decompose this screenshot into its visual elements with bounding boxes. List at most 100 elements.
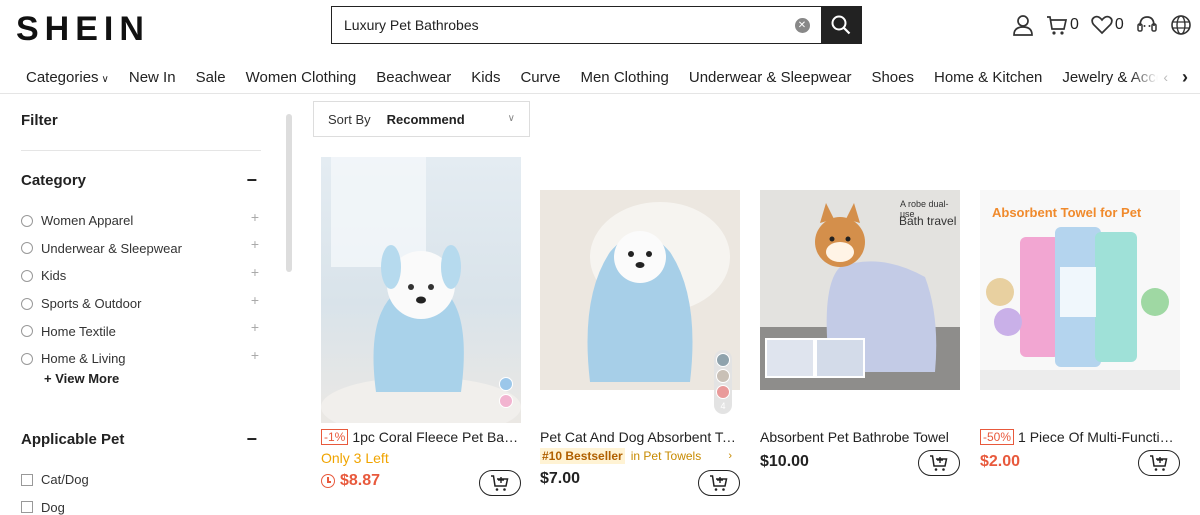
product-card[interactable]: 4 Pet Cat And Dog Absorbent Towel Bathro… [540,157,740,496]
category-section-header[interactable]: Category − [21,170,261,191]
product-image[interactable]: Absorbent Towel for Pet [980,157,1180,423]
product-title[interactable]: Absorbent Pet Bathrobe Towel [760,429,960,445]
nav-men-clothing[interactable]: Men Clothing [580,69,668,86]
nav-divider [0,93,1200,94]
support-icon [1137,16,1157,32]
product-image[interactable]: 4 [540,157,740,423]
radio-button[interactable] [21,269,33,282]
search-input[interactable] [332,7,783,43]
pet-item[interactable]: Dog [21,494,89,515]
expand-icon[interactable]: + [251,236,259,252]
collapse-icon[interactable]: − [246,170,257,191]
wishlist-button[interactable]: 0 [1091,15,1124,35]
cart-button[interactable]: 0 [1046,14,1079,36]
radio-button[interactable] [21,352,33,365]
search-button[interactable] [821,7,861,43]
color-swatch[interactable] [716,353,730,367]
radio-button[interactable] [21,297,33,310]
nav-underwear-sleepwear[interactable]: Underwear & Sleepwear [689,69,852,86]
color-swatch[interactable] [716,385,730,399]
color-swatch[interactable] [499,394,513,408]
radio-button[interactable] [21,242,33,255]
search-bar[interactable]: ✕ [331,6,862,44]
nav-home-kitchen[interactable]: Home & Kitchen [934,69,1042,86]
sort-dropdown[interactable]: Sort By Recommend ∨ [313,101,530,137]
add-to-cart-button[interactable] [698,470,740,496]
cart-icon [1047,16,1068,35]
clear-icon: ✕ [794,17,810,33]
nav-curve[interactable]: Curve [520,69,560,86]
category-item[interactable]: Kids + [21,262,261,290]
expand-icon[interactable]: + [251,292,259,308]
chevron-right-icon: › [728,450,732,462]
clear-search-button[interactable]: ✕ [783,7,821,43]
support-button[interactable] [1136,14,1158,36]
product-title[interactable]: -1%1pc Coral Fleece Pet Bathrobe [321,429,521,445]
clock-icon [321,474,335,488]
view-more-button[interactable]: + View More [44,371,119,386]
nav-sale[interactable]: Sale [196,69,226,86]
product-card[interactable]: -1%1pc Coral Fleece Pet Bathrobe Only 3 … [321,157,521,496]
nav-kids[interactable]: Kids [471,69,500,86]
category-item[interactable]: Home Textile + [21,317,261,345]
more-swatches-count[interactable]: 4 [720,401,725,411]
expand-icon[interactable]: + [251,347,259,363]
nav-categories[interactable]: Categories ∨ [26,69,109,86]
pet-item[interactable]: Cat/Dog [21,466,89,494]
category-item[interactable]: Women Apparel + [21,207,261,235]
nav-prev-icon[interactable]: ‹ [1163,69,1168,85]
product-image[interactable] [321,157,521,423]
nav-new-in[interactable]: New In [129,69,176,86]
checkbox[interactable] [21,501,33,514]
nav-women-clothing[interactable]: Women Clothing [246,69,357,86]
color-swatch[interactable] [716,369,730,383]
account-button[interactable] [1012,14,1034,36]
add-to-cart-button[interactable] [918,450,960,476]
applicable-pet-title: Applicable Pet [21,431,125,448]
shein-logo[interactable]: SHEIN [16,10,150,49]
color-swatch[interactable] [499,377,513,391]
category-item[interactable]: Underwear & Sleepwear + [21,235,261,263]
expand-icon[interactable]: + [251,264,259,280]
category-list: Women Apparel + Underwear & Sleepwear + Ki… [21,207,261,373]
filter-divider [21,150,261,151]
image-text-2: Bath travel [899,214,957,228]
add-cart-icon [930,455,948,471]
chevron-down-icon: ∨ [101,73,109,85]
expand-icon[interactable]: + [251,209,259,225]
expand-icon[interactable]: + [251,319,259,335]
product-image[interactable]: A robe dual-use Bath travel [760,157,960,423]
plus-icon: + [44,371,56,386]
category-item[interactable]: Home & Living + [21,345,261,373]
sort-label: Sort By [328,111,371,127]
applicable-pet-section-header[interactable]: Applicable Pet − [21,429,261,450]
product-title[interactable]: -50%1 Piece Of Multi-Functional Pet Towe… [980,429,1180,445]
sort-value: Recommend [386,111,465,127]
radio-button[interactable] [21,214,33,227]
add-to-cart-button[interactable] [1138,450,1180,476]
chevron-down-icon: ∨ [507,113,515,124]
heart-icon [1091,15,1113,35]
nav-shoes[interactable]: Shoes [871,69,914,86]
collapse-icon[interactable]: − [246,429,257,450]
language-button[interactable] [1170,14,1192,36]
category-title: Category [21,172,87,189]
product-title[interactable]: Pet Cat And Dog Absorbent Towel Bathrobe [540,429,740,445]
product-card[interactable]: A robe dual-use Bath travel Absorbent Pe… [760,157,960,476]
product-card[interactable]: Absorbent Towel for Pet -50% 1 Piece Of M… [980,157,1180,476]
image-text-1: Absorbent Towel for Pet [992,205,1142,220]
sidebar-scrollbar[interactable] [286,114,292,272]
nav-beachwear[interactable]: Beachwear [376,69,451,86]
category-item[interactable]: Sports & Outdoor + [21,290,261,318]
add-cart-icon [491,475,509,491]
nav-next-icon[interactable]: › [1182,67,1188,88]
add-cart-icon [710,475,728,491]
radio-button[interactable] [21,325,33,338]
main-nav: Categories ∨ New In Sale Women Clothing B… [0,62,1200,92]
bestseller-badge[interactable]: #10 Bestseller in Pet Towels › [540,448,736,464]
checkbox[interactable] [21,473,33,486]
user-icon [1013,15,1033,36]
add-to-cart-button[interactable] [479,470,521,496]
globe-icon [1171,15,1191,35]
search-icon [831,15,851,35]
